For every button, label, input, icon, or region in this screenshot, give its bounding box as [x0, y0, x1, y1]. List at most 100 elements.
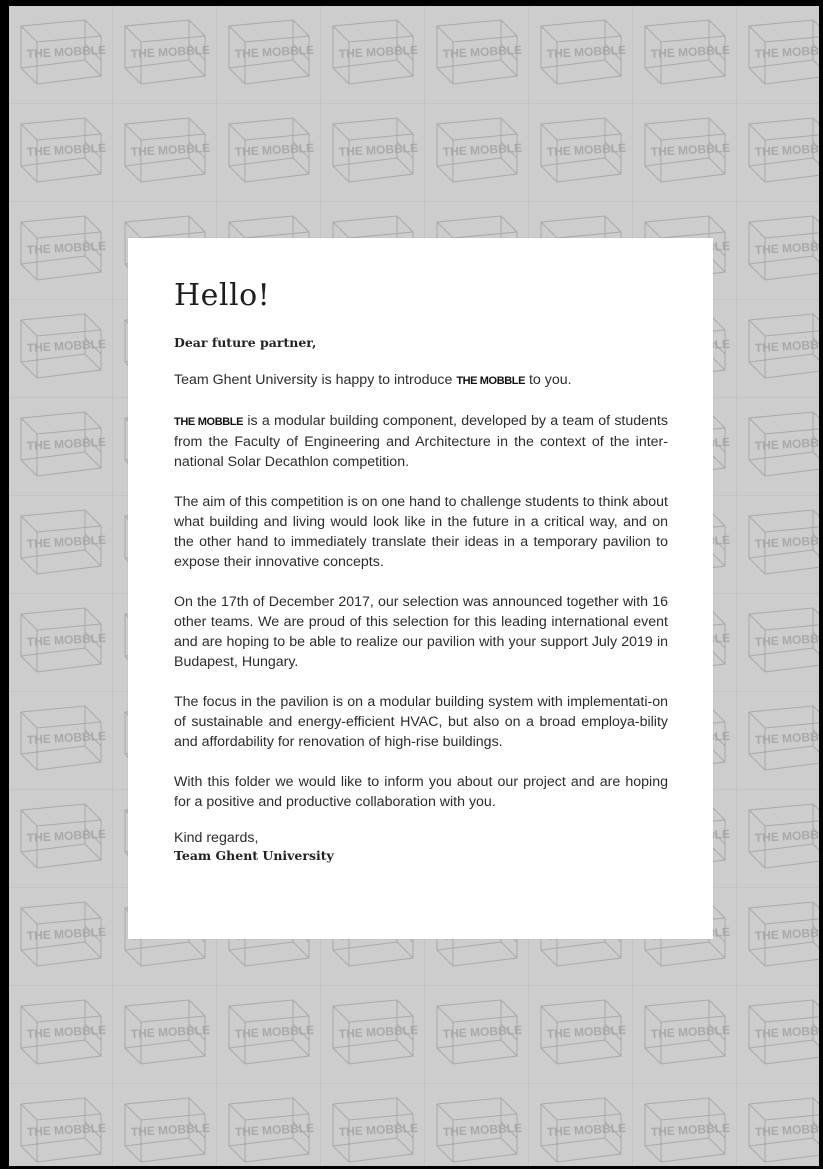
- mobble-box-logo: THE MOBBLE: [644, 999, 730, 1065]
- logo-text: THE MOBBLE: [650, 1121, 730, 1139]
- mobble-box-logo: THE MOBBLE: [20, 901, 106, 967]
- mobble-box-logo: THE MOBBLE: [124, 1097, 210, 1163]
- logo-tile: THE MOBBLE: [425, 1084, 529, 1166]
- mobble-box-logo: THE MOBBLE: [748, 215, 819, 281]
- mobble-box-logo: THE MOBBLE: [20, 411, 106, 477]
- mobble-box-logo: THE MOBBLE: [748, 509, 819, 575]
- paragraph-closing: With this folder we would like to inform…: [174, 774, 668, 810]
- mobble-box-logo: THE MOBBLE: [748, 607, 819, 673]
- logo-tile: THE MOBBLE: [737, 398, 819, 496]
- paragraph-product: THE MOBBLE is a modular building compone…: [174, 411, 668, 472]
- logo-tile: THE MOBBLE: [529, 104, 633, 202]
- mobble-box-logo: THE MOBBLE: [124, 19, 210, 85]
- logo-tile: THE MOBBLE: [9, 692, 113, 790]
- mobble-box-logo: THE MOBBLE: [540, 19, 626, 85]
- logo-tile: THE MOBBLE: [737, 888, 819, 986]
- logo-tile: THE MOBBLE: [737, 104, 819, 202]
- logo-tile: THE MOBBLE: [9, 790, 113, 888]
- paragraph-focus: The focus in the pavilion is on a modula…: [174, 694, 668, 750]
- mobble-box-logo: THE MOBBLE: [748, 705, 819, 771]
- letter-heading: Hello!: [174, 278, 271, 313]
- logo-tile: THE MOBBLE: [529, 986, 633, 1084]
- mobble-box-logo: THE MOBBLE: [20, 1097, 106, 1163]
- logo-tile: THE MOBBLE: [217, 986, 321, 1084]
- logo-text: THE MOBBLE: [650, 141, 730, 159]
- mobble-box-logo: THE MOBBLE: [644, 117, 730, 183]
- logo-tile: THE MOBBLE: [633, 986, 737, 1084]
- logo-tile: THE MOBBLE: [321, 104, 425, 202]
- logo-text: THE MOBBLE: [26, 141, 106, 159]
- intro-text: Team Ghent University is happy to introd…: [174, 372, 457, 388]
- mobble-box-logo: THE MOBBLE: [540, 999, 626, 1065]
- logo-text: THE MOBBLE: [442, 1023, 522, 1041]
- mobble-box-logo: THE MOBBLE: [748, 411, 819, 477]
- logo-text: THE MOBBLE: [26, 827, 106, 845]
- logo-tile: THE MOBBLE: [737, 594, 819, 692]
- logo-text: THE MOBBLE: [442, 141, 522, 159]
- signature: Team Ghent University: [174, 848, 334, 863]
- mobble-box-logo: THE MOBBLE: [644, 1097, 730, 1163]
- logo-text: THE MOBBLE: [26, 631, 106, 649]
- mobble-box-logo: THE MOBBLE: [20, 313, 106, 379]
- logo-text: THE MOBBLE: [26, 239, 106, 257]
- logo-tile: THE MOBBLE: [737, 300, 819, 398]
- mobble-box-logo: THE MOBBLE: [748, 999, 819, 1065]
- logo-text: THE MOBBLE: [130, 141, 210, 159]
- logo-tile: THE MOBBLE: [633, 6, 737, 104]
- logo-tile: THE MOBBLE: [633, 1084, 737, 1166]
- mobble-box-logo: THE MOBBLE: [332, 19, 418, 85]
- mobble-box-logo: THE MOBBLE: [540, 117, 626, 183]
- mobble-box-logo: THE MOBBLE: [20, 607, 106, 673]
- logo-tile: THE MOBBLE: [9, 594, 113, 692]
- logo-tile: THE MOBBLE: [9, 888, 113, 986]
- logo-text: THE MOBBLE: [234, 43, 314, 61]
- logo-tile: THE MOBBLE: [217, 1084, 321, 1166]
- logo-tile: THE MOBBLE: [737, 202, 819, 300]
- mobble-box-logo: THE MOBBLE: [20, 705, 106, 771]
- logo-text: THE MOBBLE: [26, 533, 106, 551]
- paragraph-selection: On the 17th of December 2017, our select…: [174, 594, 668, 670]
- logo-tile: THE MOBBLE: [321, 1084, 425, 1166]
- logo-tile: THE MOBBLE: [737, 790, 819, 888]
- logo-tile: THE MOBBLE: [737, 1084, 819, 1166]
- mobble-box-logo: THE MOBBLE: [228, 19, 314, 85]
- logo-text: THE MOBBLE: [338, 1023, 418, 1041]
- logo-text: THE MOBBLE: [546, 1121, 626, 1139]
- logo-text: THE MOBBLE: [130, 1121, 210, 1139]
- mobble-box-logo: THE MOBBLE: [20, 117, 106, 183]
- logo-text: THE MOBBLE: [26, 729, 106, 747]
- mobble-box-logo: THE MOBBLE: [228, 117, 314, 183]
- logo-text: THE MOBBLE: [338, 141, 418, 159]
- logo-text: THE MOBBLE: [546, 43, 626, 61]
- logo-tile: THE MOBBLE: [9, 6, 113, 104]
- logo-text: THE MOBBLE: [338, 1121, 418, 1139]
- mobble-box-logo: THE MOBBLE: [20, 509, 106, 575]
- mobble-box-logo: THE MOBBLE: [228, 999, 314, 1065]
- page-frame: THE MOBBLE THE MOBBLE THE MOBBLE THE MOBBLE…: [0, 0, 823, 1169]
- mobble-box-logo: THE MOBBLE: [540, 1097, 626, 1163]
- mobble-box-logo: THE MOBBLE: [20, 19, 106, 85]
- mobble-box-logo: THE MOBBLE: [436, 117, 522, 183]
- mobble-box-logo: THE MOBBLE: [748, 1097, 819, 1163]
- logo-text: THE MOBBLE: [234, 1121, 314, 1139]
- mobble-box-logo: THE MOBBLE: [20, 803, 106, 869]
- mobble-box-logo: THE MOBBLE: [124, 999, 210, 1065]
- mobble-box-logo: THE MOBBLE: [436, 1097, 522, 1163]
- paragraph-competition: The aim of this competition is on one ha…: [174, 494, 668, 570]
- logo-tile: THE MOBBLE: [9, 300, 113, 398]
- logo-tile: THE MOBBLE: [737, 496, 819, 594]
- mobble-box-logo: THE MOBBLE: [20, 215, 106, 281]
- mobble-box-logo: THE MOBBLE: [332, 117, 418, 183]
- mobble-box-logo: THE MOBBLE: [332, 1097, 418, 1163]
- logo-tile: THE MOBBLE: [529, 6, 633, 104]
- logo-tile: THE MOBBLE: [633, 104, 737, 202]
- letter-body: Hello! Dear future partner, Team Ghent U…: [174, 278, 668, 863]
- mobble-box-logo: THE MOBBLE: [436, 19, 522, 85]
- logo-tile: THE MOBBLE: [425, 104, 529, 202]
- logo-text: THE MOBBLE: [546, 1023, 626, 1041]
- logo-tile: THE MOBBLE: [737, 692, 819, 790]
- logo-text: THE MOBBLE: [442, 1121, 522, 1139]
- logo-tile: THE MOBBLE: [113, 104, 217, 202]
- mobble-box-logo: THE MOBBLE: [436, 999, 522, 1065]
- logo-tile: THE MOBBLE: [321, 986, 425, 1084]
